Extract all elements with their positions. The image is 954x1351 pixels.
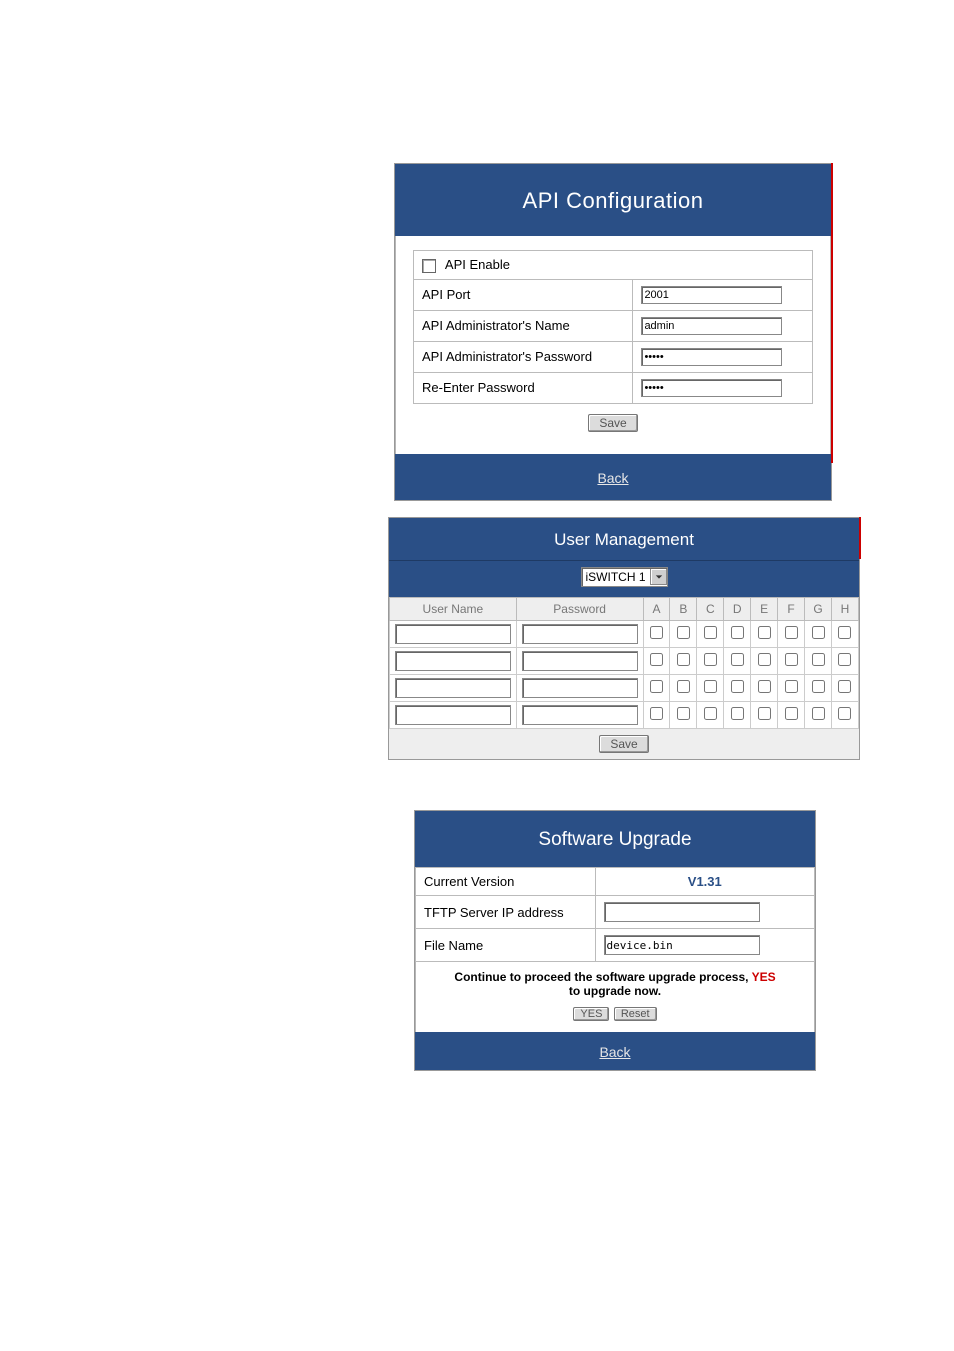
perm-checkbox[interactable] [677,626,690,639]
file-name-label: File Name [416,929,596,962]
col-g: G [805,598,832,621]
api-config-table: API Enable API Port API Administrator's … [413,250,813,404]
perm-checkbox[interactable] [785,680,798,693]
upgrade-note-a: Continue to proceed the software upgrade… [454,970,751,984]
col-b: B [670,598,697,621]
api-config-body: API Enable API Port API Administrator's … [395,236,831,454]
user-name-input[interactable] [395,705,511,725]
perm-checkbox[interactable] [704,626,717,639]
perm-checkbox[interactable] [758,626,771,639]
api-admin-pass-input[interactable] [641,348,782,366]
perm-checkbox[interactable] [838,680,851,693]
password-input[interactable] [522,678,638,698]
software-upgrade-table: Current Version V1.31 TFTP Server IP add… [415,867,815,962]
table-row [390,702,859,729]
api-config-header: API Configuration [395,164,831,236]
user-mgmt-selector-row: iSWITCH 1 [389,560,859,597]
perm-checkbox[interactable] [704,653,717,666]
password-input[interactable] [522,705,638,725]
perm-checkbox[interactable] [838,626,851,639]
perm-checkbox[interactable] [785,653,798,666]
api-port-label: API Port [414,279,633,310]
upgrade-note: Continue to proceed the software upgrade… [415,962,815,1004]
file-name-input[interactable] [604,935,760,955]
tftp-input[interactable] [604,902,760,922]
perm-checkbox[interactable] [758,653,771,666]
perm-checkbox[interactable] [731,680,744,693]
perm-checkbox[interactable] [731,707,744,720]
um-save-button[interactable]: Save [599,735,648,753]
col-e: E [751,598,778,621]
perm-checkbox[interactable] [650,680,663,693]
api-enable-label: API Enable [445,257,510,272]
table-row [390,621,859,648]
chevron-down-icon [650,569,667,585]
perm-checkbox[interactable] [650,707,663,720]
api-port-input[interactable] [641,286,782,304]
api-enable-row: API Enable [414,251,813,280]
user-mgmt-select[interactable]: iSWITCH 1 [581,567,668,587]
user-mgmt-select-value: iSWITCH 1 [586,570,646,584]
cur-ver-value: V1.31 [595,868,814,896]
col-f: F [778,598,805,621]
perm-checkbox[interactable] [704,707,717,720]
user-name-input[interactable] [395,678,511,698]
user-name-input[interactable] [395,624,511,644]
upgrade-note-b: to upgrade now. [569,984,661,998]
user-mgmt-header: User Management [389,518,859,560]
table-row [390,675,859,702]
perm-checkbox[interactable] [758,707,771,720]
perm-checkbox[interactable] [812,680,825,693]
perm-checkbox[interactable] [758,680,771,693]
api-admin-pass-label: API Administrator's Password [414,341,633,372]
perm-checkbox[interactable] [812,626,825,639]
api-admin-name-label: API Administrator's Name [414,310,633,341]
perm-checkbox[interactable] [677,680,690,693]
perm-checkbox[interactable] [731,626,744,639]
perm-checkbox[interactable] [677,707,690,720]
perm-checkbox[interactable] [785,626,798,639]
cur-ver-label: Current Version [416,868,596,896]
api-enable-checkbox[interactable] [422,259,436,273]
perm-checkbox[interactable] [731,653,744,666]
perm-checkbox[interactable] [704,680,717,693]
perm-checkbox[interactable] [785,707,798,720]
col-pass: Password [516,598,643,621]
perm-checkbox[interactable] [838,653,851,666]
api-repass-label: Re-Enter Password [414,372,633,403]
user-name-input[interactable] [395,651,511,671]
yes-button[interactable]: YES [573,1007,609,1021]
col-c: C [697,598,724,621]
api-admin-name-input[interactable] [641,317,782,335]
api-save-button[interactable]: Save [588,414,637,432]
password-input[interactable] [522,624,638,644]
perm-checkbox[interactable] [812,653,825,666]
su-back-link[interactable]: Back [415,1032,815,1070]
tftp-label: TFTP Server IP address [416,896,596,929]
api-back-link[interactable]: Back [395,454,831,500]
user-mgmt-header-row: User Name Password A B C D E F G H [390,598,859,621]
col-h: H [831,598,858,621]
perm-checkbox[interactable] [650,653,663,666]
col-d: D [724,598,751,621]
password-input[interactable] [522,651,638,671]
perm-checkbox[interactable] [677,653,690,666]
col-a: A [643,598,670,621]
perm-checkbox[interactable] [812,707,825,720]
perm-checkbox[interactable] [650,626,663,639]
reset-button[interactable]: Reset [614,1007,657,1021]
api-repass-input[interactable] [641,379,782,397]
table-row [390,648,859,675]
perm-checkbox[interactable] [838,707,851,720]
user-mgmt-table: User Name Password A B C D E F G H [389,597,859,729]
upgrade-note-yes: YES [752,970,776,984]
software-upgrade-header: Software Upgrade [415,811,815,867]
col-user: User Name [390,598,517,621]
